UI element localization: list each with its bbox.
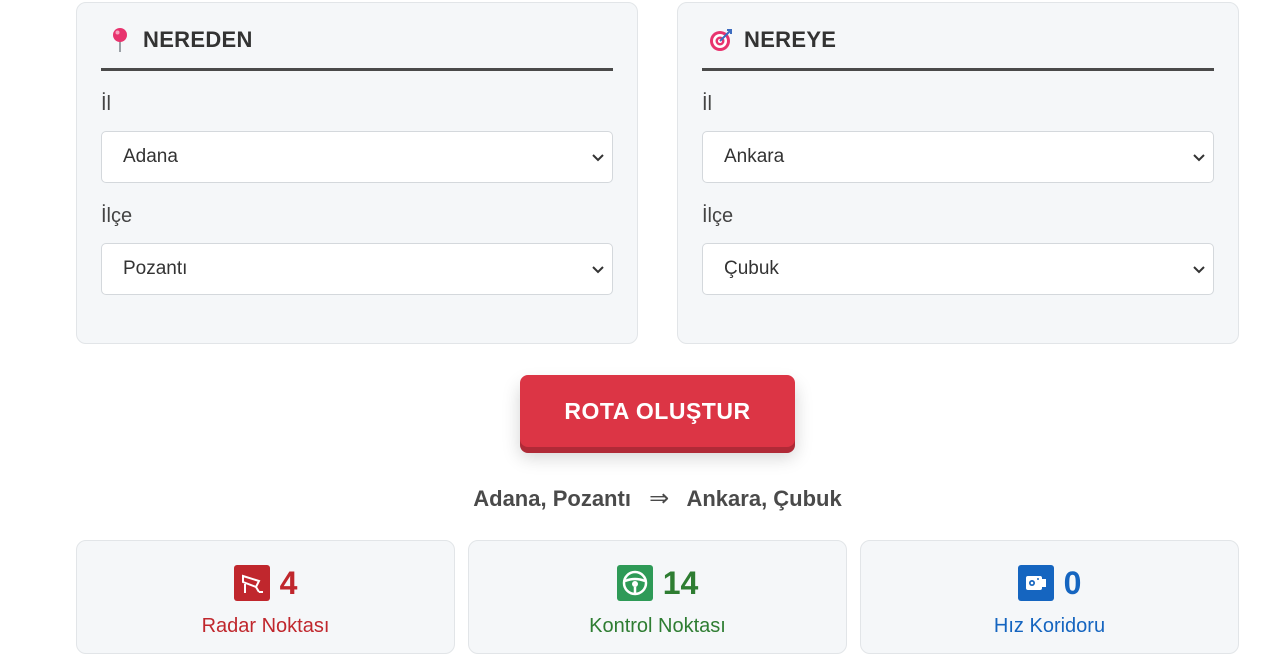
speed-corridor-label: Hız Koridoru: [993, 615, 1106, 637]
chevron-down-icon: [1193, 266, 1205, 274]
destination-header: NEREYE: [702, 3, 1214, 71]
create-route-button[interactable]: ROTA OLUŞTUR: [520, 375, 795, 447]
chevron-down-icon: [592, 154, 604, 162]
chevron-down-icon: [1193, 154, 1205, 162]
origin-title: NEREDEN: [143, 26, 253, 52]
route-origin: Adana, Pozantı: [473, 486, 631, 511]
control-label: Kontrol Noktası: [589, 615, 726, 637]
pin-icon: [105, 25, 135, 55]
speed-camera-icon: [1017, 565, 1054, 601]
origin-header: NEREDEN: [101, 3, 613, 71]
radar-camera-icon: [233, 565, 270, 601]
destination-province-value: Ankara: [724, 146, 785, 167]
speed-corridor-count: 0: [1063, 564, 1082, 601]
origin-district-select[interactable]: Pozantı: [101, 243, 613, 295]
radar-label: Radar Noktası: [201, 615, 330, 637]
target-icon: [706, 25, 736, 55]
route-arrow: ⇒: [649, 485, 670, 512]
origin-panel: NEREDEN İl Adana İlçe Pozantı: [76, 2, 638, 344]
chevron-down-icon: [592, 266, 604, 274]
speed-corridor-stat-card: 0 Hız Koridoru: [860, 540, 1239, 654]
origin-province-value: Adana: [123, 146, 178, 167]
radar-count: 4: [279, 564, 298, 601]
route-destination: Ankara, Çubuk: [686, 486, 842, 511]
destination-district-select[interactable]: Çubuk: [702, 243, 1214, 295]
origin-province-label: İl: [101, 93, 111, 115]
control-stat-card: 14 Kontrol Noktası: [468, 540, 847, 654]
destination-province-label: İl: [702, 93, 712, 115]
control-count: 14: [662, 564, 699, 601]
route-summary: Adana, Pozantı ⇒ Ankara, Çubuk: [0, 484, 1280, 513]
destination-panel: NEREYE İl Ankara İlçe Çubuk: [677, 2, 1239, 344]
steering-wheel-icon: [616, 565, 653, 601]
origin-district-value: Pozantı: [123, 258, 188, 279]
destination-province-select[interactable]: Ankara: [702, 131, 1214, 183]
destination-title: NEREYE: [744, 26, 837, 52]
destination-district-label: İlçe: [702, 205, 734, 227]
destination-district-value: Çubuk: [724, 258, 779, 279]
radar-stat-card: 4 Radar Noktası: [76, 540, 455, 654]
origin-province-select[interactable]: Adana: [101, 131, 613, 183]
origin-district-label: İlçe: [101, 205, 133, 227]
